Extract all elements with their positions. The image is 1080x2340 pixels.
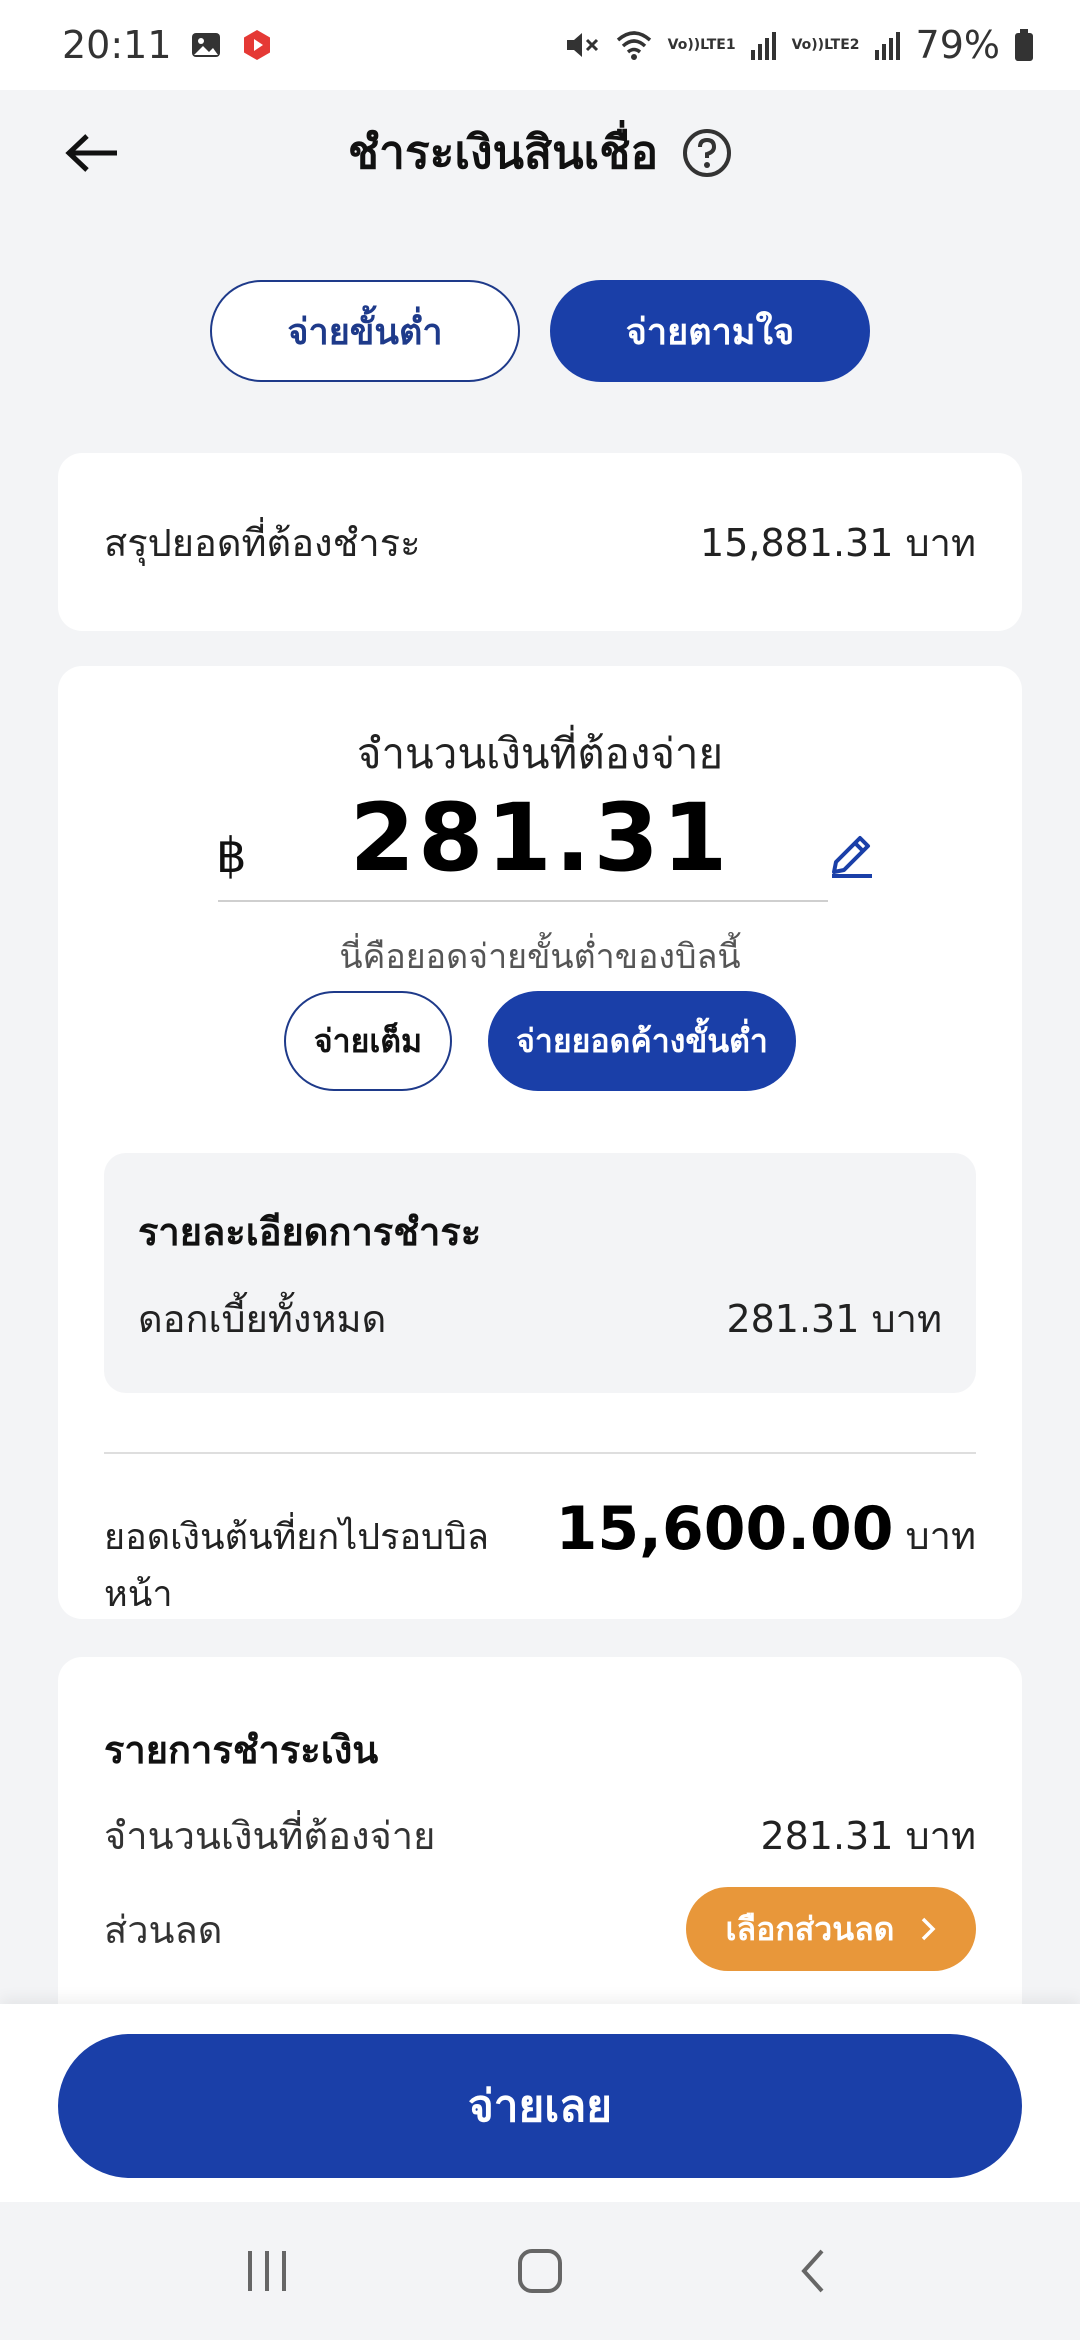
mute-icon [564,28,600,62]
interest-label: ดอกเบี้ยทั้งหมด [138,1297,387,1341]
divider [104,1452,976,1454]
signal-icon [874,30,902,60]
interest-value: 281.31 บาท [726,1297,942,1341]
signal-icon [750,30,778,60]
carry-over-row: ยอดเงินต้นที่ยกไปรอบบิลหน้า 15,600.00 บา… [104,1494,976,1622]
status-left: 20:11 [62,23,274,67]
pay-full-button[interactable]: จ่ายเต็ม [284,991,452,1091]
app-header: ชำระเงินสินเชื่อ [0,90,1080,215]
payment-detail-box: รายละเอียดการชำระ ดอกเบี้ยทั้งหมด 281.31… [104,1153,976,1393]
system-nav-bar [0,2202,1080,2340]
summary-label: สรุปยอดที่ต้องชำระ [104,520,421,565]
chevron-left-icon [801,2249,824,2293]
system-back-button[interactable] [773,2231,853,2311]
bottom-action-bar: จ่ายเลย [0,2004,1080,2202]
page-title: ชำระเงินสินเชื่อ [347,125,659,179]
tab-flexible-payment[interactable]: จ่ายตามใจ [550,280,870,382]
pencil-icon[interactable] [826,828,878,880]
home-icon [517,2249,562,2293]
list-item: จำนวนเงินที่ต้องจ่าย 281.31 บาท [104,1805,976,1866]
sim2-network-label: Vo)) LTE2 [791,37,860,53]
payment-mode-toggle: จ่ายขั้นต่ำ จ่ายตามใจ [0,280,1080,382]
header-title-wrap: ชำระเงินสินเชื่อ [348,116,732,189]
chevron-right-icon [922,1917,936,1941]
battery-percent: 79% [915,23,1000,67]
battery-icon [1014,28,1034,62]
amount-due-value: 281.31 บาท [760,1814,976,1858]
interest-row: ดอกเบี้ยทั้งหมด 281.31 บาท [138,1288,942,1349]
amount-title: จำนวนเงินที่ต้องจ่าย [356,729,724,778]
help-circle-icon[interactable] [682,128,732,178]
amount-underline [218,900,828,902]
wifi-icon [614,28,654,62]
select-discount-button[interactable]: เลือกส่วนลด [686,1887,976,1971]
carry-over-value: 15,600.00 [555,1494,894,1564]
amount-hint: นี่คือยอดจ่ายขั้นต่ำของบิลนี้ [339,937,741,977]
carry-over-label: ยอดเงินต้นที่ยกไปรอบบิลหน้า [104,1517,489,1615]
amount-card: จำนวนเงินที่ต้องจ่าย ฿ 281.31 นี่คือยอดจ… [58,666,1022,1619]
back-button[interactable] [60,120,126,186]
recent-apps-icon [247,2251,286,2291]
status-time: 20:11 [62,23,172,67]
summary-value: 15,881.31 บาท [700,520,976,565]
quick-amount-options: จ่ายเต็ม จ่ายยอดค้างขั้นต่ำ [58,991,1022,1091]
home-button[interactable] [500,2231,580,2311]
gallery-icon [190,29,222,61]
select-discount-label: เลือกส่วนลด [725,1909,895,1948]
payment-detail-title: รายละเอียดการชำระ [138,1210,482,1254]
tab-minimum-payment[interactable]: จ่ายขั้นต่ำ [210,280,520,382]
status-bar: 20:11 Vo)) LTE1 Vo)) LTE2 79% [0,0,1080,90]
amount-due-label: จำนวนเงินที่ต้องจ่าย [104,1814,436,1858]
payment-list-card: รายการชำระเงิน จำนวนเงินที่ต้องจ่าย 281.… [58,1657,1022,2057]
status-right: Vo)) LTE1 Vo)) LTE2 79% [564,23,1034,67]
discount-label: ส่วนลด [104,1907,223,1952]
youtube-icon [240,28,274,62]
sim1-network-label: Vo)) LTE1 [667,37,736,53]
arrow-left-icon [65,134,117,172]
recent-apps-button[interactable] [227,2231,307,2311]
list-item: ส่วนลด เลือกส่วนลด [104,1887,976,1971]
pay-now-button[interactable]: จ่ายเลย [58,2034,1022,2178]
carry-over-amount: 15,600.00 บาท [556,1494,976,1566]
pay-minimum-outstanding-button[interactable]: จ่ายยอดค้างขั้นต่ำ [488,991,796,1091]
summary-card: สรุปยอดที่ต้องชำระ 15,881.31 บาท [58,453,1022,631]
carry-over-unit: บาท [905,1514,976,1558]
payment-list-title: รายการชำระเงิน [104,1728,379,1772]
